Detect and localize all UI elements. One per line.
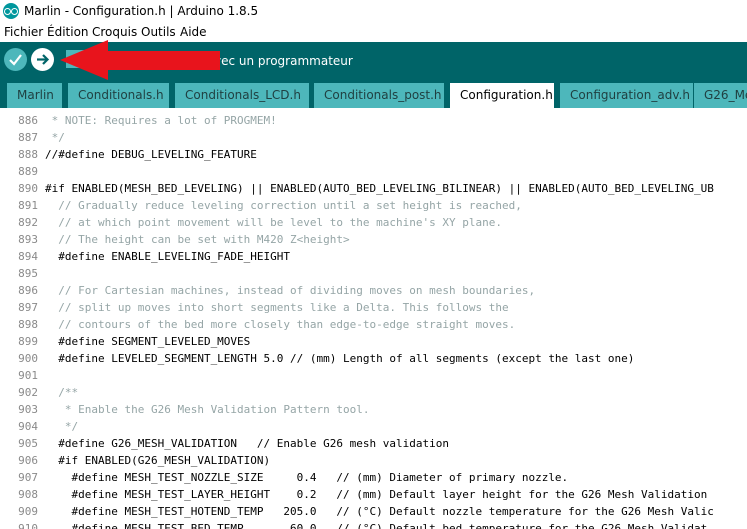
code-line[interactable]: 899 #define SEGMENT_LEVELED_MOVES [0, 332, 747, 349]
code-line[interactable]: 896 // For Cartesian machines, instead o… [0, 281, 747, 298]
code-text: // The height can be set with M420 Z<hei… [45, 233, 350, 246]
upload-button[interactable] [31, 48, 54, 71]
tab-conditionals-post[interactable]: Conditionals_post.h [314, 83, 444, 108]
line-number: 891 [18, 199, 38, 212]
code-line[interactable]: 891 // Gradually reduce leveling correct… [0, 196, 747, 213]
line-number: 895 [18, 267, 38, 280]
menu-aide[interactable]: Aide [180, 25, 207, 39]
line-number: 888 [18, 148, 38, 161]
line-number: 902 [18, 386, 38, 399]
line-number: 897 [18, 301, 38, 314]
checkmark-icon [9, 54, 22, 66]
line-number: 887 [18, 131, 38, 144]
line-number: 893 [18, 233, 38, 246]
code-text: #if ENABLED(G26_MESH_VALIDATION) [45, 454, 271, 467]
code-line[interactable]: 904 */ [0, 417, 747, 434]
line-number: 892 [18, 216, 38, 229]
code-text: /** [45, 386, 79, 399]
code-text: #define G26_MESH_VALIDATION // Enable G2… [45, 437, 449, 450]
code-line[interactable]: 886 * NOTE: Requires a lot of PROGMEM! [0, 111, 747, 128]
code-line[interactable]: 906 #if ENABLED(G26_MESH_VALIDATION) [0, 451, 747, 468]
code-text: // contours of the bed more closely than… [45, 318, 516, 331]
code-line[interactable]: 890 #if ENABLED(MESH_BED_LEVELING) || ENA… [0, 179, 747, 196]
tab-conditionals-lcd[interactable]: Conditionals_LCD.h [175, 83, 309, 108]
toolbar-status-text: vec un programmateur [214, 54, 353, 68]
line-number: 910 [18, 522, 38, 529]
code-text: #define SEGMENT_LEVELED_MOVES [45, 335, 251, 348]
code-text: #define LEVELED_SEGMENT_LENGTH 5.0 // (m… [45, 352, 635, 365]
line-number: 901 [18, 369, 38, 382]
code-line[interactable]: 907 #define MESH_TEST_NOZZLE_SIZE 0.4 //… [0, 468, 747, 485]
code-text: #define MESH_TEST_NOZZLE_SIZE 0.4 // (mm… [45, 471, 569, 484]
line-number: 906 [18, 454, 38, 467]
line-number: 903 [18, 403, 38, 416]
menu-fichier[interactable]: Fichier [4, 25, 43, 39]
line-number: 908 [18, 488, 38, 501]
line-number: 900 [18, 352, 38, 365]
tab-marlin[interactable]: Marlin [7, 83, 62, 108]
line-number: 899 [18, 335, 38, 348]
code-line[interactable]: 900 #define LEVELED_SEGMENT_LENGTH 5.0 /… [0, 349, 747, 366]
code-line[interactable]: 889 [0, 162, 747, 179]
code-line[interactable]: 905 #define G26_MESH_VALIDATION // Enabl… [0, 434, 747, 451]
line-number: 889 [18, 165, 38, 178]
code-text: // split up moves into short segments li… [45, 301, 509, 314]
line-number: 894 [18, 250, 38, 263]
line-number: 886 [18, 114, 38, 127]
line-number: 896 [18, 284, 38, 297]
code-text: * NOTE: Requires a lot of PROGMEM! [45, 114, 277, 127]
menu-edition[interactable]: Édition [47, 25, 89, 39]
menu-outils[interactable]: Outils [141, 25, 176, 39]
code-text: #if ENABLED(MESH_BED_LEVELING) || ENABLE… [45, 182, 714, 195]
code-line[interactable]: 908 #define MESH_TEST_LAYER_HEIGHT 0.2 /… [0, 485, 747, 502]
verify-button[interactable] [4, 48, 27, 71]
title-bar: Marlin - Configuration.h | Arduino 1.8.5 [0, 0, 747, 23]
code-line[interactable]: 892 // at which point movement will be l… [0, 213, 747, 230]
red-arrow-annotation [60, 40, 220, 80]
code-line[interactable]: 894 #define ENABLE_LEVELING_FADE_HEIGHT [0, 247, 747, 264]
code-line[interactable]: 898 // contours of the bed more closely … [0, 315, 747, 332]
code-editor[interactable]: 886 * NOTE: Requires a lot of PROGMEM! 88… [0, 108, 747, 529]
code-line[interactable]: 909 #define MESH_TEST_HOTEND_TEMP 205.0 … [0, 502, 747, 519]
line-number: 907 [18, 471, 38, 484]
arduino-logo-icon [3, 3, 19, 19]
code-text: //#define DEBUG_LEVELING_FEATURE [45, 148, 257, 161]
code-line[interactable]: 897 // split up moves into short segment… [0, 298, 747, 315]
line-number: 909 [18, 505, 38, 518]
line-number: 904 [18, 420, 38, 433]
code-line[interactable]: 901 [0, 366, 747, 383]
code-text: // Gradually reduce leveling correction … [45, 199, 522, 212]
tab-conditionals[interactable]: Conditionals.h [68, 83, 169, 108]
code-text: #define MESH_TEST_HOTEND_TEMP 205.0 // (… [45, 505, 714, 518]
line-number: 890 [18, 182, 38, 195]
code-line[interactable]: 903 * Enable the G26 Mesh Validation Pat… [0, 400, 747, 417]
code-text: */ [45, 131, 65, 144]
code-text: // For Cartesian machines, instead of di… [45, 284, 536, 297]
code-line[interactable]: 888 //#define DEBUG_LEVELING_FEATURE [0, 145, 747, 162]
tab-g26-mesh[interactable]: G26_Me [694, 83, 747, 108]
tab-bar: Marlin Conditionals.h Conditionals_LCD.h… [0, 80, 747, 108]
code-text: #define MESH_TEST_BED_TEMP 60.0 // (°C) … [45, 522, 708, 529]
code-text: * Enable the G26 Mesh Validation Pattern… [45, 403, 370, 416]
code-line[interactable]: 887 */ [0, 128, 747, 145]
line-number: 898 [18, 318, 38, 331]
code-line[interactable]: 895 [0, 264, 747, 281]
arrow-right-icon [37, 54, 50, 65]
code-line[interactable]: 893 // The height can be set with M420 Z… [0, 230, 747, 247]
code-text: // at which point movement will be level… [45, 216, 502, 229]
code-line[interactable]: 902 /** [0, 383, 747, 400]
tab-configuration-adv[interactable]: Configuration_adv.h [560, 83, 693, 108]
line-number: 905 [18, 437, 38, 450]
code-text: */ [45, 420, 79, 433]
menu-croquis[interactable]: Croquis [92, 25, 137, 39]
tab-configuration[interactable]: Configuration.h [450, 83, 554, 108]
code-line[interactable]: 910 #define MESH_TEST_BED_TEMP 60.0 // (… [0, 519, 747, 529]
code-text: #define ENABLE_LEVELING_FADE_HEIGHT [45, 250, 291, 263]
window-title: Marlin - Configuration.h | Arduino 1.8.5 [24, 4, 259, 18]
code-text: #define MESH_TEST_LAYER_HEIGHT 0.2 // (m… [45, 488, 708, 501]
